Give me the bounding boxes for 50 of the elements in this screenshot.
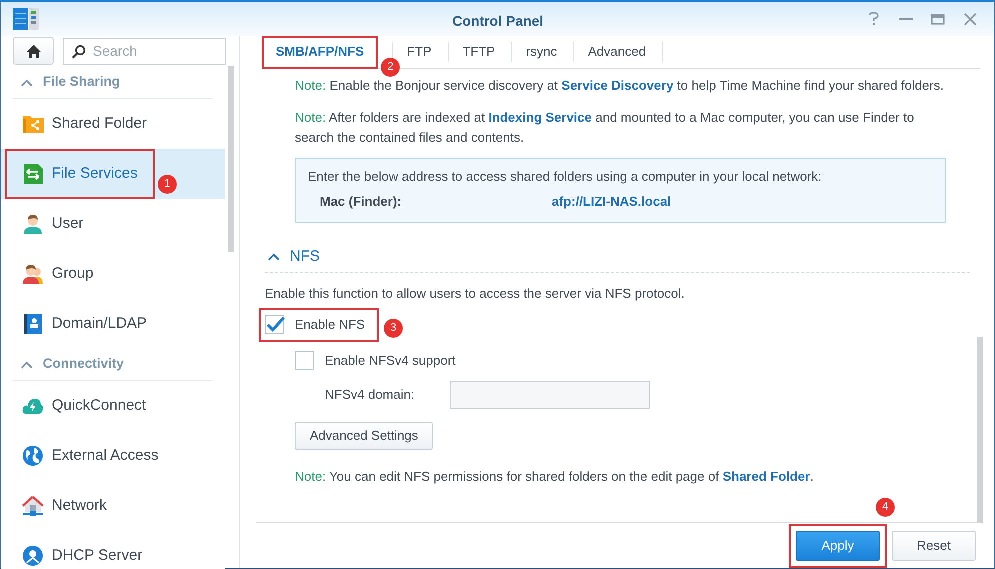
description-text: Enable this function to allow users to access the server via NFS protocol. <box>265 284 686 303</box>
house-icon <box>22 495 44 517</box>
window-title: Control Panel <box>451 12 544 31</box>
group-icon <box>22 263 44 285</box>
step-marker: 4 <box>876 498 895 516</box>
file-services-icon <box>22 163 44 185</box>
address-intro: Enter the below address to access shared folders using a computer in your local network: <box>308 168 823 186</box>
scrollbar-thumb[interactable] <box>228 66 234 252</box>
globe-icon <box>22 445 44 467</box>
address-value: afp://LIZI-NAS.local <box>552 193 672 211</box>
reset-button[interactable]: Reset <box>892 530 976 560</box>
address-label: Mac (Finder): <box>320 193 403 211</box>
collapse-icon <box>21 78 33 88</box>
search-icon <box>72 44 86 58</box>
collapse-icon <box>21 360 33 370</box>
directory-icon <box>22 313 44 335</box>
collapse-icon <box>268 252 280 262</box>
maximize-icon <box>931 14 945 24</box>
close-button[interactable] <box>962 11 978 27</box>
link[interactable]: Service Discovery <box>562 78 674 93</box>
checkbox[interactable]: Enable NFS <box>259 308 380 342</box>
advanced-settings-button[interactable]: Advanced Settings <box>295 422 434 450</box>
section-header[interactable]: NFS <box>265 242 970 272</box>
close-icon <box>964 12 976 26</box>
home-icon <box>26 44 42 58</box>
note-text: Note: After folders are indexed at Indexing Service and mounted to a Mac computer, you can use Finder to search the contained files and contents. <box>295 109 916 147</box>
note-text: Note: Enable the Bonjour service discovery at Service Discovery to help Time Machine find your shared folders. <box>295 77 945 95</box>
link[interactable]: Indexing Service <box>488 110 592 125</box>
link[interactable]: Shared Folder <box>722 468 810 484</box>
user-icon <box>22 213 44 235</box>
folder-icon <box>22 113 44 135</box>
scrollbar-thumb[interactable] <box>977 337 983 523</box>
text-field[interactable] <box>450 380 650 408</box>
step-marker: 3 <box>384 319 404 338</box>
tab[interactable]: SMB/AFP/NFS <box>262 36 378 68</box>
field-label: NFSv4 domain: <box>325 386 416 404</box>
app-logo-icon <box>13 6 39 32</box>
sidebar-item[interactable]: File Services 1 <box>1 149 225 199</box>
check-icon <box>266 317 286 333</box>
checkbox[interactable]: Enable NFSv4 support <box>295 344 456 378</box>
step-marker: 2 <box>381 58 400 76</box>
help-icon <box>868 12 880 26</box>
tab[interactable]: Advanced <box>574 36 660 68</box>
maximize-button[interactable] <box>930 11 946 27</box>
search-field[interactable]: Search <box>63 38 226 64</box>
home-button[interactable] <box>13 37 54 65</box>
tab[interactable]: rsync <box>512 36 572 68</box>
minimize-icon <box>899 18 913 20</box>
step-marker: 1 <box>158 174 177 194</box>
tab[interactable]: TFTP <box>448 36 510 68</box>
